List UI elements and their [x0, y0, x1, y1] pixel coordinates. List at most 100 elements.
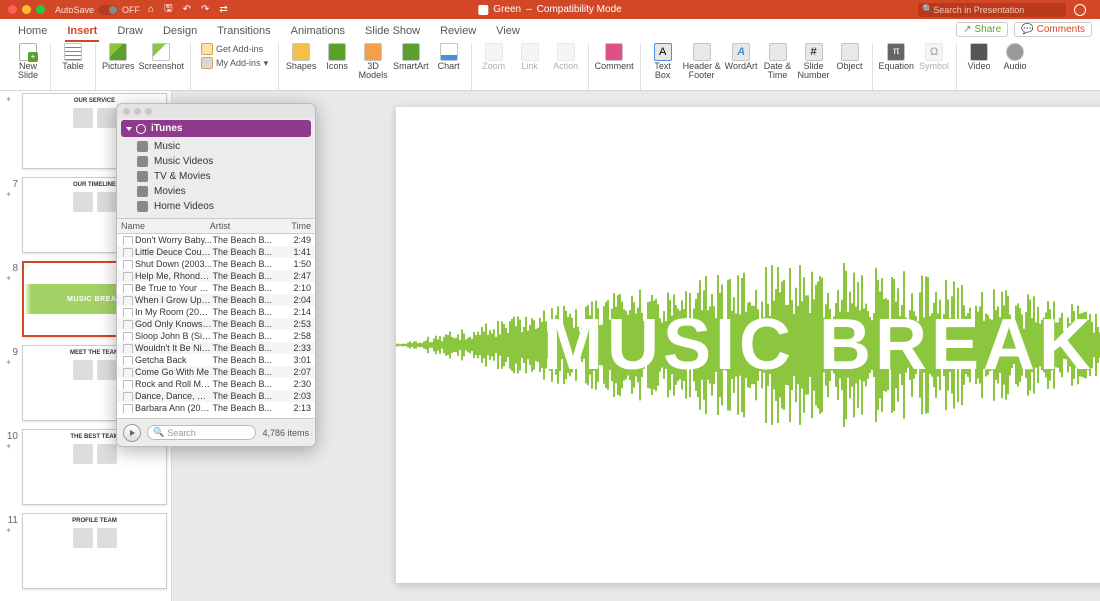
3dmodels-button[interactable]: 3D Models — [357, 43, 389, 80]
datetime-button[interactable]: Date & Time — [762, 43, 794, 80]
col-artist[interactable]: Artist — [206, 219, 281, 233]
zoom-button: Zoom — [478, 43, 510, 71]
track-row[interactable]: Dance, Dance, Da...The Beach B...2:03 — [117, 390, 315, 402]
audio-button[interactable]: Audio — [999, 43, 1031, 71]
panel-footer: 🔍 Search 4,786 items — [117, 418, 315, 446]
header-footer-button[interactable]: Header & Footer — [683, 43, 721, 80]
category-icon — [137, 186, 148, 197]
tab-view[interactable]: View — [486, 21, 530, 41]
panel-close-icon[interactable] — [123, 108, 130, 115]
col-name[interactable]: Name — [117, 219, 206, 233]
minimize-window[interactable] — [22, 5, 31, 14]
panel-min-icon[interactable] — [134, 108, 141, 115]
thumb-number: 11✦ — [4, 513, 18, 589]
category-item[interactable]: Home Videos — [121, 199, 311, 214]
new-slide-button[interactable]: New Slide — [12, 43, 44, 80]
close-window[interactable] — [8, 5, 17, 14]
category-icon — [137, 156, 148, 167]
category-item[interactable]: Music Videos — [121, 154, 311, 169]
tab-review[interactable]: Review — [430, 21, 486, 41]
table-icon — [64, 43, 82, 61]
smartart-icon — [402, 43, 420, 61]
shapes-button[interactable]: Shapes — [285, 43, 317, 71]
search-placeholder: Search in Presentation — [933, 5, 1024, 15]
track-header: Name Artist Time — [117, 218, 315, 234]
media-source-selector[interactable]: iTunes — [121, 120, 311, 137]
maximize-window[interactable] — [36, 5, 45, 14]
track-row[interactable]: Come Go With MeThe Beach B...2:07 — [117, 366, 315, 378]
track-row[interactable]: Sloop John B (Sin...The Beach B...2:58 — [117, 330, 315, 342]
media-search-input[interactable]: 🔍 Search — [147, 425, 256, 440]
track-row[interactable]: In My Room (2001...The Beach B...2:14 — [117, 306, 315, 318]
track-row[interactable]: Little Deuce Coup...The Beach B...1:41 — [117, 246, 315, 258]
slide-canvas[interactable]: MUSIC BREAK — [396, 107, 1100, 583]
track-row[interactable]: Getcha BackThe Beach B...3:01 — [117, 354, 315, 366]
track-row[interactable]: Help Me, Rhonda (...The Beach B...2:47 — [117, 270, 315, 282]
smartart-button[interactable]: SmartArt — [393, 43, 429, 71]
wordart-icon: A — [732, 43, 750, 61]
equation-button[interactable]: πEquation — [879, 43, 915, 71]
qat-customize-icon[interactable]: ⇄ — [219, 4, 227, 15]
tab-design[interactable]: Design — [153, 21, 207, 41]
wordart-button[interactable]: AWordArt — [725, 43, 758, 71]
search-input[interactable]: 🔍 Search in Presentation — [918, 3, 1066, 17]
document-title: Green – Compatibility Mode — [478, 4, 621, 15]
undo-icon[interactable]: ↶ — [183, 4, 191, 15]
textbox-button[interactable]: AText Box — [647, 43, 679, 80]
get-addins-button[interactable]: Get Add-ins — [201, 43, 268, 55]
comment-button[interactable]: Comment — [595, 43, 634, 71]
track-row[interactable]: When I Grow Up (...The Beach B...2:04 — [117, 294, 315, 306]
slidenumber-button[interactable]: #Slide Number — [798, 43, 830, 80]
track-list[interactable]: Don't Worry Baby...The Beach B...2:49Lit… — [117, 234, 315, 418]
quick-access-toolbar: ⌂ 🖫 ↶ ↷ ⇄ — [148, 1, 228, 18]
tab-draw[interactable]: Draw — [107, 21, 153, 41]
panel-max-icon[interactable] — [145, 108, 152, 115]
symbol-button: ΩSymbol — [918, 43, 950, 71]
panel-titlebar — [117, 104, 315, 118]
track-row[interactable]: God Only Knows (...The Beach B...2:53 — [117, 318, 315, 330]
tab-animations[interactable]: Animations — [281, 21, 355, 41]
object-button[interactable]: Object — [834, 43, 866, 71]
track-row[interactable]: Don't Worry Baby...The Beach B...2:49 — [117, 234, 315, 246]
symbol-icon: Ω — [925, 43, 943, 61]
redo-icon[interactable]: ↷ — [201, 4, 209, 15]
tab-slideshow[interactable]: Slide Show — [355, 21, 430, 41]
chart-icon — [440, 43, 458, 61]
item-count: 4,786 items — [262, 428, 309, 438]
video-button[interactable]: Video — [963, 43, 995, 71]
tab-home[interactable]: Home — [8, 21, 57, 41]
doc-name: Green — [493, 4, 521, 15]
my-addins-button[interactable]: My Add-ins▾ — [201, 57, 268, 69]
track-row[interactable]: Wouldn't It Be Nic...The Beach B...2:33 — [117, 342, 315, 354]
thumb-number: 7✦ — [4, 177, 18, 253]
category-item[interactable]: Music — [121, 139, 311, 154]
play-button[interactable] — [123, 424, 141, 442]
user-account-icon[interactable] — [1074, 4, 1086, 16]
col-time[interactable]: Time — [281, 219, 315, 233]
table-button[interactable]: Table — [57, 43, 89, 71]
track-row[interactable]: Barbara Ann (200...The Beach B...2:13 — [117, 402, 315, 414]
slide-title: MUSIC BREAK — [543, 304, 1095, 386]
autosave-toggle[interactable]: AutoSave OFF — [55, 5, 140, 15]
tab-insert[interactable]: Insert — [57, 21, 107, 41]
doc-mode: Compatibility Mode — [537, 4, 622, 15]
category-item[interactable]: TV & Movies — [121, 169, 311, 184]
icons-button[interactable]: Icons — [321, 43, 353, 71]
share-button[interactable]: ↗Share — [956, 22, 1008, 37]
calendar-icon — [769, 43, 787, 61]
slide-thumbnail[interactable]: PROFILE TEAM — [22, 513, 167, 589]
tab-transitions[interactable]: Transitions — [207, 21, 280, 41]
track-row[interactable]: Shut Down (2003...The Beach B...1:50 — [117, 258, 315, 270]
category-item[interactable]: Movies — [121, 184, 311, 199]
comments-button[interactable]: 💬Comments — [1014, 22, 1092, 37]
audio-icon — [1006, 43, 1024, 61]
track-row[interactable]: Be True to Your Sc...The Beach B...2:10 — [117, 282, 315, 294]
save-icon[interactable]: 🖫 — [164, 1, 173, 18]
pictures-button[interactable]: Pictures — [102, 43, 135, 71]
thumb-number: 10✦ — [4, 429, 18, 505]
chart-button[interactable]: Chart — [433, 43, 465, 71]
screenshot-button[interactable]: Screenshot — [139, 43, 185, 71]
home-icon[interactable]: ⌂ — [148, 4, 154, 15]
track-row[interactable]: Rock and Roll MusicThe Beach B...2:30 — [117, 378, 315, 390]
addins-icon — [201, 57, 213, 69]
